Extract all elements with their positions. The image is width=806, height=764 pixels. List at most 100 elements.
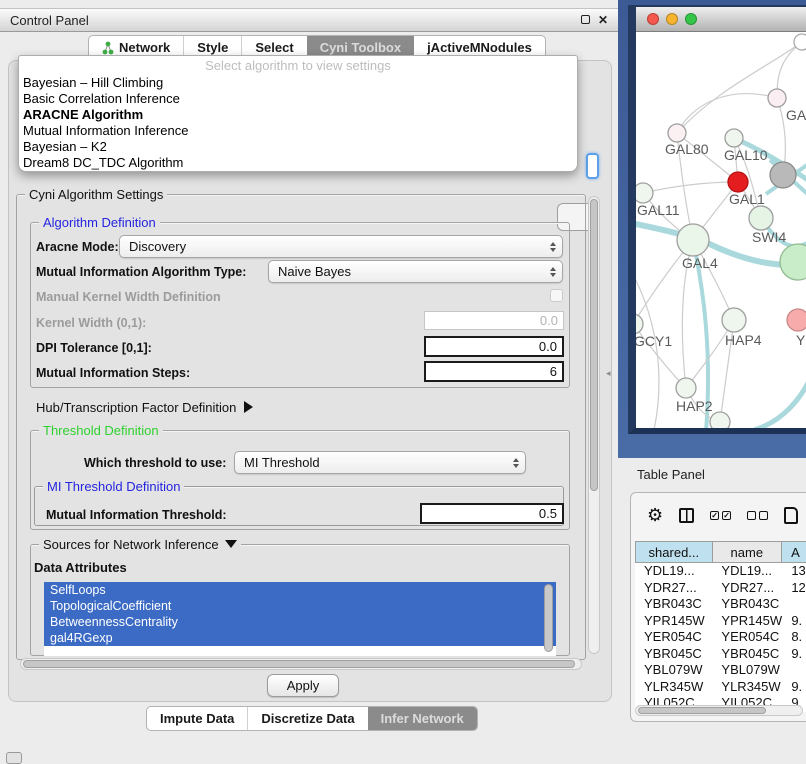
table-cell: 9. — [782, 646, 806, 663]
tab-discretize-data[interactable]: Discretize Data — [247, 707, 367, 730]
network-canvas[interactable]: GALGAL80GAL10GAL1GAL11SWI4GAL4GCY1HAP4YH… — [636, 32, 806, 428]
mi-threshold-label: Mutual Information Threshold: — [46, 508, 227, 522]
float-window-icon[interactable] — [581, 14, 590, 26]
mi-threshold-field[interactable]: 0.5 — [420, 503, 564, 524]
apply-button[interactable]: Apply — [267, 674, 339, 697]
node-label: GCY1 — [636, 333, 672, 349]
table-header-row: shared...nameA — [635, 541, 806, 563]
attribute-list-item[interactable]: BetweennessCentrality — [44, 614, 556, 630]
table-row[interactable]: YLR345WYLR345W9. — [635, 679, 806, 696]
network-node-gal80[interactable] — [668, 124, 686, 142]
tab-label: Network — [119, 40, 170, 55]
window-minimize-icon[interactable] — [666, 13, 678, 25]
network-node[interactable] — [780, 244, 806, 280]
data-attributes-list[interactable]: SelfLoopsTopologicalCoefficientBetweenne… — [44, 582, 556, 656]
network-node-gal[interactable] — [768, 89, 786, 107]
network-node-gal4[interactable] — [677, 224, 709, 256]
manual-kernel-label: Manual Kernel Width Definition — [36, 290, 221, 304]
network-node-gcy1[interactable] — [636, 314, 643, 334]
deselect-all-columns-icon[interactable] — [747, 511, 768, 520]
network-node[interactable] — [794, 34, 806, 50]
network-window-titlebar[interactable] — [636, 7, 806, 32]
minimized-panel-fragment[interactable] — [6, 752, 22, 764]
stepper-icon — [513, 458, 519, 468]
tab-infer-network[interactable]: Infer Network — [368, 707, 477, 730]
mi-type-value: Naive Bayes — [278, 264, 351, 279]
dropdown-prompt: Select algorithm to view settings — [19, 58, 577, 75]
sources-disclosure[interactable]: Sources for Network Inference — [39, 537, 241, 552]
table-row[interactable]: YER054CYER054C8. — [635, 629, 806, 646]
column-header-a[interactable]: A — [782, 542, 806, 562]
table-panel-title: Table Panel — [637, 467, 705, 482]
manual-kernel-checkbox[interactable] — [550, 289, 563, 302]
kernel-width-field: 0.0 — [424, 311, 564, 330]
export-table-icon[interactable] — [784, 507, 798, 524]
table-row[interactable]: YDL19...YDL19...13 — [635, 563, 806, 580]
attribute-list-item[interactable]: gal4RGexp — [44, 630, 556, 646]
dpi-tolerance-field[interactable]: 0.0 — [424, 336, 564, 357]
table-cell: YER054C — [712, 629, 782, 646]
window-close-icon[interactable] — [647, 13, 659, 25]
control-panel-titlebar: Control Panel ✕ — [0, 8, 618, 32]
algorithm-combo-fragment[interactable] — [586, 153, 599, 179]
tab-impute-data[interactable]: Impute Data — [147, 707, 247, 730]
settings-vertical-scrollbar[interactable] — [588, 196, 600, 654]
panel-collapse-arrow[interactable]: ◂ — [606, 368, 611, 379]
mi-steps-field[interactable]: 6 — [424, 361, 564, 382]
kernel-width-label: Kernel Width (0,1): — [36, 316, 146, 330]
network-node[interactable] — [770, 162, 796, 188]
dropdown-item[interactable]: Bayesian – Hill Climbing — [19, 75, 577, 91]
attribute-list-item[interactable]: TopologicalCoefficient — [44, 598, 556, 614]
dropdown-item[interactable]: Basic Correlation Inference — [19, 91, 577, 107]
node-label: GAL — [786, 107, 806, 123]
close-window-icon[interactable]: ✕ — [598, 14, 608, 26]
table-cell — [782, 662, 806, 679]
window-zoom-icon[interactable] — [685, 13, 697, 25]
network-view-window[interactable]: GALGAL80GAL10GAL1GAL11SWI4GAL4GCY1HAP4YH… — [628, 5, 806, 434]
hub-definition-disclosure[interactable]: Hub/Transcription Factor Definition — [36, 400, 253, 415]
network-node-y[interactable] — [787, 309, 806, 331]
table-row[interactable]: YBL079WYBL079W — [635, 662, 806, 679]
network-desktop: GALGAL80GAL10GAL1GAL11SWI4GAL4GCY1HAP4YH… — [618, 0, 806, 458]
table-cell: YER054C — [635, 629, 712, 646]
gear-icon[interactable]: ⚙ — [647, 506, 663, 524]
column-header-shared[interactable]: shared... — [636, 542, 713, 562]
dropdown-item[interactable]: Mutual Information Inference — [19, 123, 577, 139]
mi-type-select[interactable]: Naive Bayes — [268, 260, 563, 283]
table-cell: YDR27... — [635, 580, 712, 597]
network-node-swi4[interactable] — [749, 206, 773, 230]
network-edge[interactable] — [754, 370, 806, 428]
network-node[interactable] — [710, 412, 730, 428]
aracne-mode-select[interactable]: Discovery — [119, 235, 563, 258]
network-node-hap4[interactable] — [722, 308, 746, 332]
table-cell: YBR045C — [712, 646, 782, 663]
table-row[interactable]: YDR27...YDR27...12 — [635, 580, 806, 597]
select-all-columns-icon[interactable]: ✓✓ — [710, 511, 731, 520]
network-node-gal11[interactable] — [636, 183, 653, 203]
which-threshold-select[interactable]: MI Threshold — [234, 451, 526, 474]
table-cell: 9. — [782, 679, 806, 696]
network-edge[interactable] — [643, 182, 738, 193]
attribute-list-item[interactable]: SelfLoops — [44, 582, 556, 598]
dropdown-item[interactable]: Bayesian – K2 — [19, 139, 577, 155]
mi-type-label: Mutual Information Algorithm Type: — [36, 265, 246, 279]
settings-horizontal-scrollbar[interactable] — [20, 658, 582, 670]
network-node-gal10[interactable] — [725, 129, 743, 147]
dropdown-item[interactable]: Dream8 DC_TDC Algorithm — [19, 155, 577, 171]
network-edge[interactable] — [677, 94, 777, 133]
dropdown-item[interactable]: ARACNE Algorithm — [19, 107, 577, 123]
table-cell: YBR045C — [635, 646, 712, 663]
table-row[interactable]: YBR043CYBR043C — [635, 596, 806, 613]
tab-label: jActiveMNodules — [427, 40, 532, 55]
table-row[interactable]: YBR045CYBR045C9. — [635, 646, 806, 663]
algorithm-definition-title: Algorithm Definition — [39, 215, 160, 230]
table-row[interactable]: YPR145WYPR145W9. — [635, 613, 806, 630]
table-horizontal-scrollbar[interactable] — [635, 705, 803, 716]
list-scrollbar[interactable] — [544, 584, 553, 652]
network-node-gal1[interactable] — [728, 172, 748, 192]
network-node-hap2[interactable] — [676, 378, 696, 398]
column-header-name[interactable]: name — [713, 542, 782, 562]
columns-icon[interactable] — [679, 508, 694, 523]
table-cell: YLR345W — [712, 679, 782, 696]
tab-label: Cyni Toolbox — [320, 40, 401, 55]
